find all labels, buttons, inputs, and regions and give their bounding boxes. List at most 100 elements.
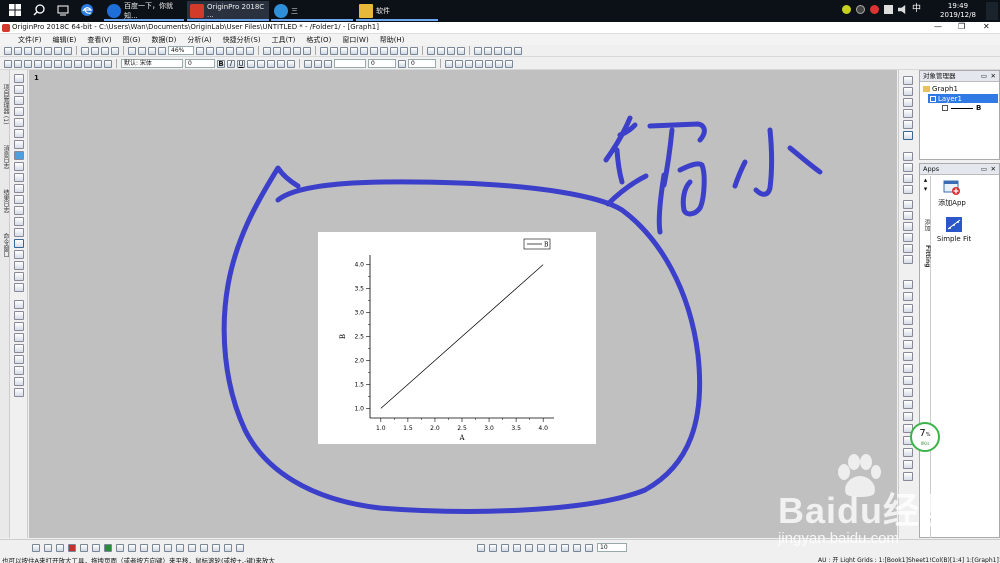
axis-icon[interactable] [903,174,913,183]
new-graph-icon[interactable] [24,46,32,55]
tree-item-plot[interactable]: B [942,104,981,112]
align-right-icon[interactable] [489,543,497,552]
draw-arrow-icon[interactable] [56,543,64,552]
arrange-layers-icon[interactable] [903,185,913,194]
notification-icon[interactable] [986,2,998,20]
mask-icon[interactable] [293,46,301,55]
add-top-x-icon[interactable] [903,87,913,96]
data-reader-icon[interactable] [14,107,24,116]
results-log-icon[interactable] [206,46,214,55]
pattern-icon[interactable] [314,59,322,68]
color-scale-icon[interactable] [14,377,24,386]
underline-button[interactable]: U [237,59,245,68]
checkbox-icon[interactable] [942,105,948,111]
align-icon[interactable] [485,59,493,68]
open-icon[interactable] [81,46,89,55]
line-tool-icon[interactable] [14,217,24,226]
new-layer-icon[interactable] [236,46,244,55]
scroll-up-icon[interactable]: ▴ [921,176,930,185]
taskbar-item-browser[interactable]: 百度一下，你就知... [104,1,184,21]
new-layout-icon[interactable] [54,46,62,55]
align-top-icon[interactable] [501,543,509,552]
tab-messages-log[interactable]: 消息日志 [0,138,10,176]
screen-reader-icon[interactable] [14,118,24,127]
scale-icon[interactable] [14,96,24,105]
layer-number-icon[interactable]: 1 [34,74,39,82]
align-bottom-icon[interactable] [513,543,521,552]
stock-plot-icon[interactable] [176,543,184,552]
move-first-icon[interactable] [447,46,455,55]
insert-table-icon[interactable] [14,300,24,309]
rescale-x-icon[interactable] [903,233,913,242]
column-error-icon[interactable] [400,46,408,55]
object-edit-icon[interactable] [903,340,913,349]
print-icon[interactable] [111,46,119,55]
annotation-icon[interactable] [14,129,24,138]
heatmap-icon[interactable] [80,543,88,552]
mask-icon[interactable] [495,59,503,68]
font-size-combo[interactable]: 0 [185,59,215,68]
object-edit-icon[interactable] [903,388,913,397]
statistics-icon[interactable] [330,46,338,55]
sum-icon[interactable] [320,46,328,55]
region-tool-icon[interactable] [14,272,24,281]
network-icon[interactable] [884,5,893,14]
draw-scatter-icon[interactable] [44,543,52,552]
italic-button[interactable]: I [227,59,235,68]
fill-color-icon[interactable] [304,59,312,68]
data-reader-icon[interactable] [263,46,271,55]
line-width-combo[interactable]: 0 [368,59,396,68]
tab-results-log[interactable]: 结果日志 [0,182,10,220]
object-edit-icon[interactable] [903,400,913,409]
sort-icon[interactable] [340,46,348,55]
rescale-y-icon[interactable] [903,244,913,253]
zoom-icon[interactable] [158,46,166,55]
object-edit-icon[interactable] [903,364,913,373]
matrix-plot-icon[interactable] [212,543,220,552]
plot-3d-icon[interactable] [64,59,72,68]
column-y-icon[interactable] [380,46,388,55]
graph-page[interactable]: 1.0 1.5 2.0 2.5 3.0 3.5 4.0 1.0 1.5 2.0 2.5 3.0 3.5 4… [318,232,596,444]
align-center-icon[interactable] [525,543,533,552]
zoom-combo[interactable]: 46% [168,46,194,55]
tab-fitting[interactable]: Fitting [921,242,931,270]
insert-graph-icon[interactable] [14,322,24,331]
3d-bar-icon[interactable] [200,543,208,552]
close-icon[interactable]: ✕ [991,164,996,174]
greek-icon[interactable] [267,59,275,68]
zoom-out-icon[interactable] [903,211,913,220]
draw-line-icon[interactable] [32,543,40,552]
edge-browser-icon[interactable] [80,3,96,19]
taskbar-item-originpro[interactable]: OriginPro 2018C ... [187,1,269,21]
move-right-icon[interactable] [437,46,445,55]
tab-project-explorer[interactable]: 项目管理器 (1) [0,76,10,132]
zoom-pan-icon[interactable] [14,85,24,94]
rescale-z-icon[interactable] [903,255,913,264]
column-x-icon[interactable] [370,46,378,55]
new-notes-icon[interactable] [64,46,72,55]
project-explorer-icon[interactable] [196,46,204,55]
taskbar-item-app[interactable]: 三 [271,1,353,21]
bold-button[interactable]: B [217,59,225,68]
hand-tool-icon[interactable] [14,239,24,248]
ungroup-icon[interactable] [455,59,463,68]
menu-gadgets[interactable]: 快捷分析(S) [223,35,261,45]
menu-file[interactable]: 文件(F) [18,35,42,45]
plot-bar-icon[interactable] [44,59,52,68]
distribute-icon[interactable] [537,543,545,552]
menu-data[interactable]: 数据(D) [152,35,177,45]
font-color-icon[interactable] [277,59,285,68]
column-z-icon[interactable] [390,46,398,55]
zoom-in-icon[interactable] [903,200,913,209]
new-matrix-icon[interactable] [34,46,42,55]
plot-line-symbol-icon[interactable] [24,59,32,68]
plot-area-icon[interactable] [94,59,102,68]
box-chart-icon[interactable] [128,543,136,552]
task-view-icon[interactable] [56,3,72,19]
insert-equation-icon[interactable] [14,311,24,320]
object-edit-icon[interactable] [903,352,913,361]
data-selector-icon[interactable] [283,46,291,55]
import-icon[interactable] [101,46,109,55]
swap-icon[interactable] [505,59,513,68]
add-column-icon[interactable] [360,46,368,55]
